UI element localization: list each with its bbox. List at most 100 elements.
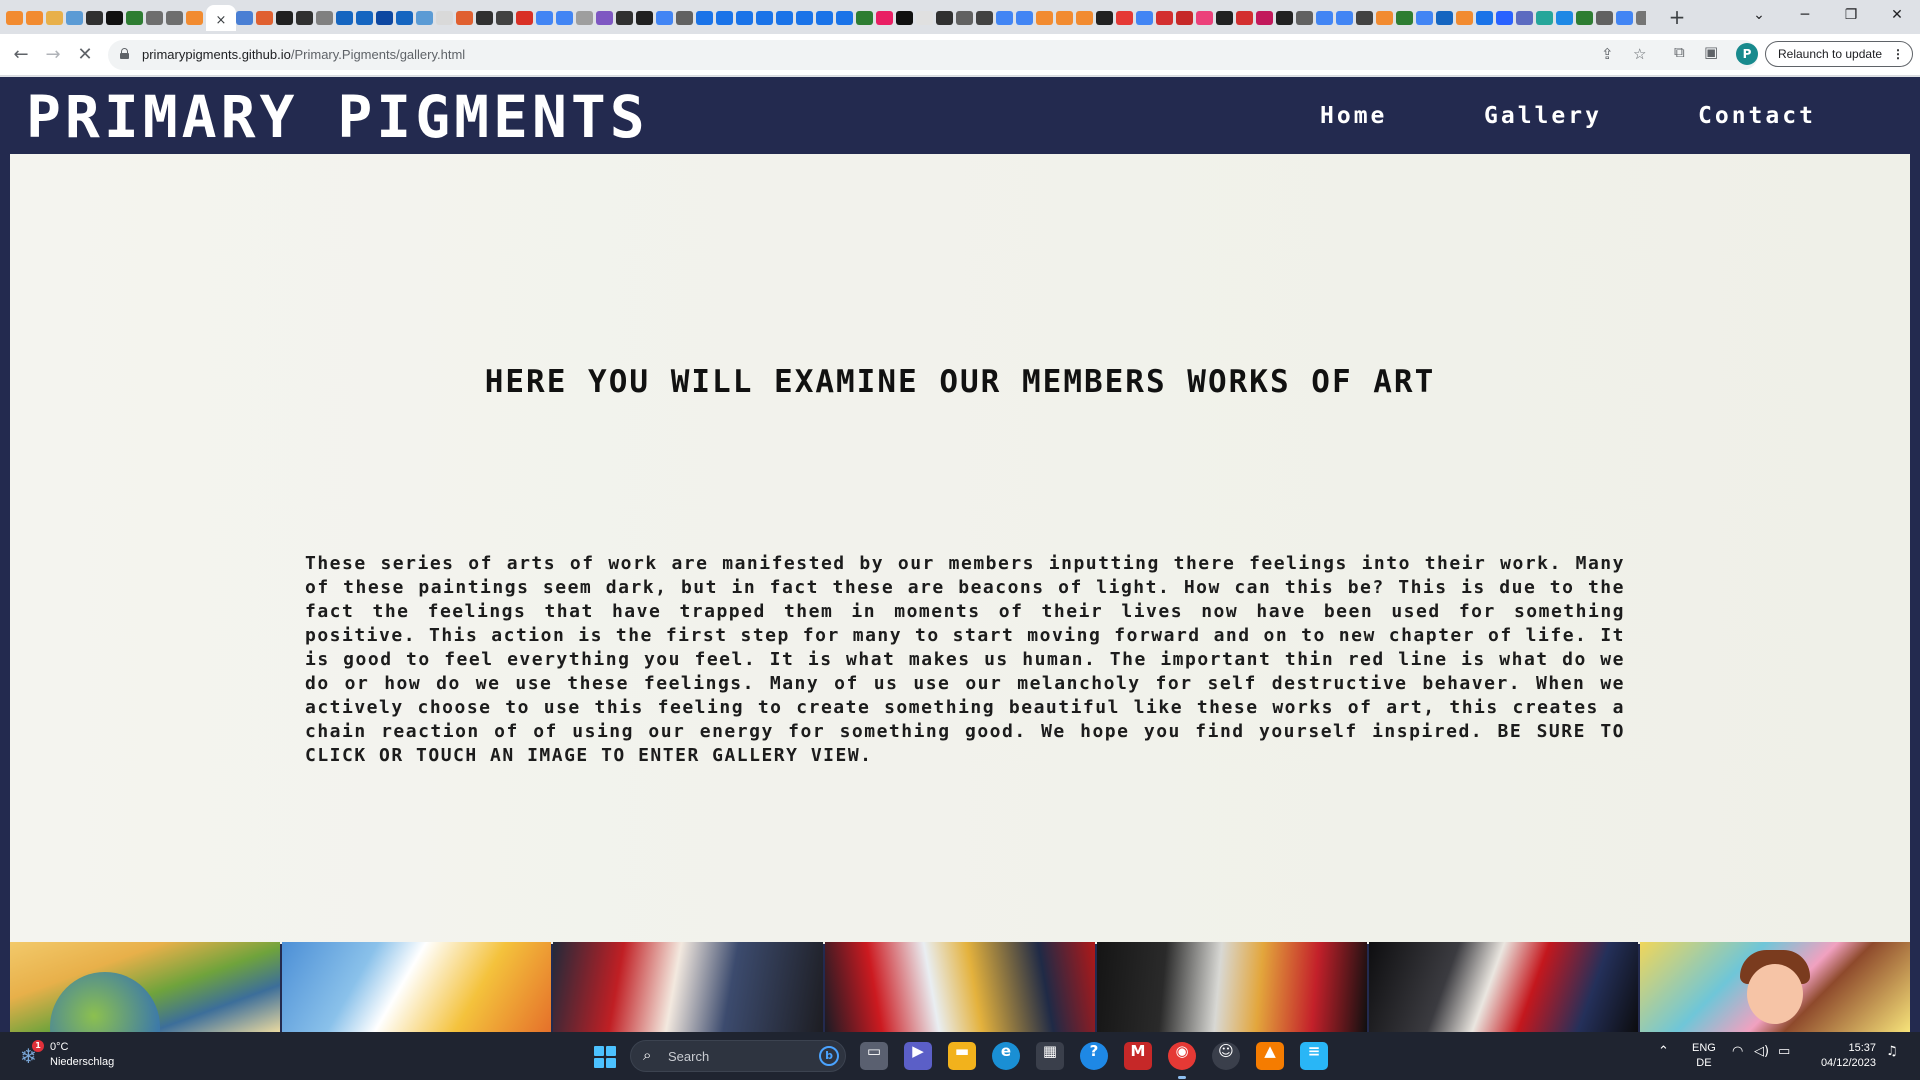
volume-icon[interactable]: ◁)	[1754, 1044, 1769, 1059]
tab-favicon-icon[interactable]	[1236, 11, 1253, 25]
emoji-app-icon[interactable]: ☺	[1212, 1042, 1240, 1070]
url-text[interactable]: primarypigments.github.io/Primary.Pigmen…	[142, 47, 465, 62]
store-icon[interactable]: ▦	[1036, 1042, 1064, 1070]
tab-favicon-icon[interactable]	[1316, 11, 1333, 25]
notifications-bell-icon[interactable]: ♫	[1886, 1044, 1898, 1059]
gallery-image-5[interactable]	[1096, 942, 1367, 1032]
site-logo[interactable]: PRIMARY PIGMENTS	[26, 83, 649, 151]
tab-favicon-icon[interactable]	[1476, 11, 1493, 25]
relaunch-button[interactable]: Relaunch to update ⋮	[1765, 41, 1913, 67]
tab-favicon-icon[interactable]	[1196, 11, 1213, 25]
tab-favicon-icon[interactable]	[296, 11, 313, 25]
stop-loading-icon[interactable]: ✕	[72, 42, 98, 68]
help-icon[interactable]: ?	[1080, 1042, 1108, 1070]
tab-favicon-icon[interactable]	[1396, 11, 1413, 25]
active-tab[interactable]: ×	[206, 5, 236, 31]
tab-favicon-icon[interactable]	[1156, 11, 1173, 25]
tab-favicon-icon[interactable]	[106, 11, 123, 25]
tab-favicon-icon[interactable]	[126, 11, 143, 25]
tab-favicon-icon[interactable]	[596, 11, 613, 25]
new-tab-button[interactable]: +	[1664, 5, 1690, 31]
back-icon[interactable]: ←	[8, 42, 34, 68]
mcafee-icon[interactable]: M	[1124, 1042, 1152, 1070]
tab-favicon-icon[interactable]	[1076, 11, 1093, 25]
gallery-image-3[interactable]	[553, 942, 824, 1032]
tab-favicon-icon[interactable]	[6, 11, 23, 25]
minimize-icon[interactable]: ─	[1782, 0, 1828, 30]
tab-favicon-icon[interactable]	[776, 11, 793, 25]
tab-favicon-icon[interactable]	[146, 11, 163, 25]
tab-favicon-icon[interactable]	[1456, 11, 1473, 25]
profile-avatar[interactable]: P	[1736, 43, 1758, 65]
bing-icon[interactable]: b	[819, 1046, 839, 1066]
tab-favicon-icon[interactable]	[316, 11, 333, 25]
tab-favicon-icon[interactable]	[996, 11, 1013, 25]
taskbar-search[interactable]: ⌕ Search b	[630, 1040, 846, 1072]
tab-favicon-icon[interactable]	[456, 11, 473, 25]
gallery-image-4[interactable]	[825, 942, 1095, 1032]
tab-favicon-icon[interactable]	[836, 11, 853, 25]
nav-contact-link[interactable]: Contact	[1698, 103, 1816, 129]
tab-favicon-icon[interactable]	[936, 11, 953, 25]
tab-favicon-icon[interactable]	[416, 11, 433, 25]
tab-favicon-icon[interactable]	[676, 11, 693, 25]
tab-favicon-icon[interactable]	[66, 11, 83, 25]
weather-widget[interactable]: ❄ 1 0°C Niederschlag	[20, 1040, 130, 1072]
tab-favicon-icon[interactable]	[816, 11, 833, 25]
tab-favicon-icon[interactable]	[1596, 11, 1613, 25]
tab-favicon-icon[interactable]	[516, 11, 533, 25]
tab-favicon-icon[interactable]	[276, 11, 293, 25]
start-button[interactable]	[594, 1046, 616, 1068]
tab-favicon-icon[interactable]	[1176, 11, 1193, 25]
clock[interactable]: 15:37 04/12/2023	[1812, 1041, 1876, 1071]
lock-icon[interactable]	[120, 48, 129, 59]
battery-icon[interactable]: ▭	[1778, 1044, 1790, 1059]
tab-favicon-icon[interactable]	[1336, 11, 1353, 25]
tab-favicon-icon[interactable]	[1056, 11, 1073, 25]
bookmark-star-icon[interactable]: ☆	[1633, 45, 1646, 63]
tab-favicon-icon[interactable]	[1576, 11, 1593, 25]
gallery-image-1[interactable]	[10, 942, 280, 1032]
nav-gallery-link[interactable]: Gallery	[1484, 103, 1602, 129]
tab-favicon-icon[interactable]	[1096, 11, 1113, 25]
tab-favicon-icon[interactable]	[86, 11, 103, 25]
address-bar[interactable]: primarypigments.github.io/Primary.Pigmen…	[108, 40, 1758, 70]
tab-favicon-icon[interactable]	[166, 11, 183, 25]
tab-favicon-icon[interactable]	[876, 11, 893, 25]
tab-favicon-icon[interactable]	[1536, 11, 1553, 25]
tab-favicon-icon[interactable]	[736, 11, 753, 25]
tab-favicon-icon[interactable]	[656, 11, 673, 25]
tab-favicon-icon[interactable]	[1256, 11, 1273, 25]
tab-favicon-icon[interactable]	[1636, 11, 1646, 25]
tab-favicon-icon[interactable]	[896, 11, 913, 25]
share-icon[interactable]: ⇪	[1601, 45, 1614, 63]
chrome-icon[interactable]: ◉	[1168, 1042, 1196, 1079]
gallery-image-6[interactable]	[1368, 942, 1639, 1032]
edge-icon[interactable]: e	[992, 1042, 1020, 1070]
tab-favicon-icon[interactable]	[1496, 11, 1513, 25]
tab-favicon-icon[interactable]	[1556, 11, 1573, 25]
tab-search-icon[interactable]: ⌄	[1736, 0, 1782, 30]
tab-favicon-icon[interactable]	[396, 11, 413, 25]
tab-favicon-icon[interactable]	[956, 11, 973, 25]
nav-home-link[interactable]: Home	[1320, 103, 1387, 129]
tab-favicon-icon[interactable]	[46, 11, 63, 25]
tab-favicon-icon[interactable]	[496, 11, 513, 25]
tab-favicon-icon[interactable]	[1116, 11, 1133, 25]
tab-favicon-icon[interactable]	[1276, 11, 1293, 25]
tab-favicon-icon[interactable]	[1416, 11, 1433, 25]
tab-favicon-icon[interactable]	[476, 11, 493, 25]
tab-favicon-icon[interactable]	[556, 11, 573, 25]
wifi-icon[interactable]: ◠	[1732, 1044, 1743, 1059]
tab-favicon-icon[interactable]	[696, 11, 713, 25]
notepad-icon[interactable]: ≡	[1300, 1042, 1328, 1070]
gallery-image-7[interactable]	[1640, 942, 1911, 1032]
task-view-icon[interactable]: ▭	[860, 1042, 888, 1070]
tab-favicon-icon[interactable]	[1296, 11, 1313, 25]
tab-favicon-icon[interactable]	[236, 11, 253, 25]
tab-favicon-icon[interactable]	[576, 11, 593, 25]
tab-favicon-icon[interactable]	[796, 11, 813, 25]
tab-favicon-icon[interactable]	[1216, 11, 1233, 25]
tab-favicon-icon[interactable]	[976, 11, 993, 25]
restore-icon[interactable]: ❐	[1828, 0, 1874, 30]
